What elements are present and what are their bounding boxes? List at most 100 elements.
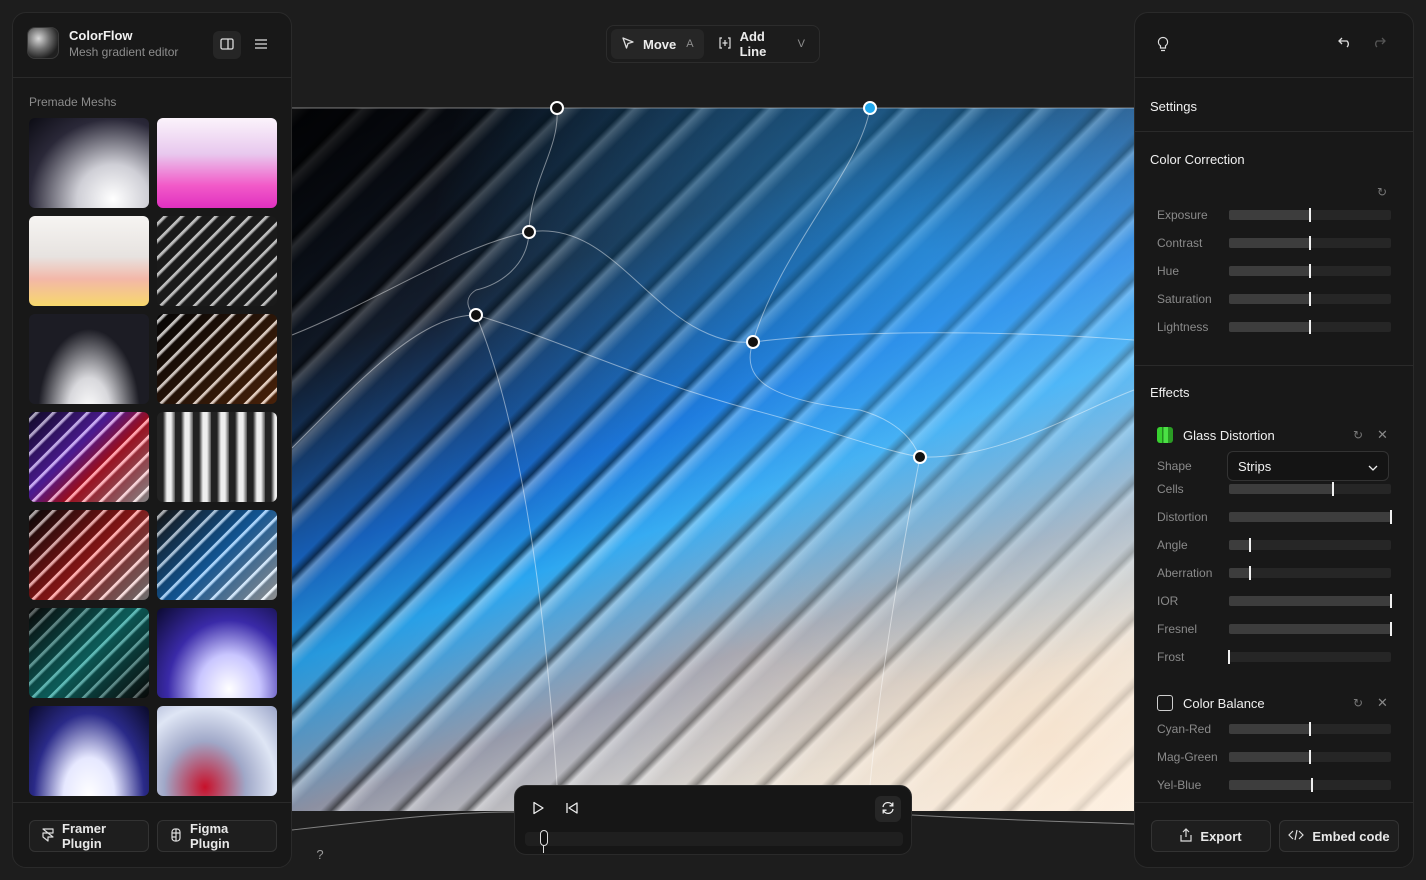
loop-button[interactable] — [875, 796, 901, 822]
framer-plugin-button[interactable]: Framer Plugin — [29, 820, 149, 852]
mesh-thumbnail[interactable] — [157, 706, 277, 796]
hue-slider-thumb[interactable] — [1309, 264, 1311, 278]
contrast-slider[interactable] — [1229, 236, 1391, 250]
loop-icon — [880, 801, 896, 818]
aberration-slider-fill — [1229, 568, 1251, 578]
mesh-thumbnail[interactable] — [157, 216, 277, 306]
cyan-red-slider[interactable] — [1229, 722, 1391, 736]
timeline-track[interactable] — [525, 830, 903, 853]
mesh-thumbnail[interactable] — [29, 216, 149, 306]
lightness-slider[interactable] — [1229, 320, 1391, 334]
contrast-label: Contrast — [1157, 236, 1203, 250]
tips-button[interactable] — [1149, 31, 1177, 59]
shape-label: Shape — [1157, 459, 1192, 473]
lightness-slider-row: Lightness — [1157, 317, 1391, 337]
play-icon — [532, 801, 544, 818]
cyan-red-slider-fill — [1229, 724, 1310, 734]
yel-blue-slider-fill — [1229, 780, 1312, 790]
mesh-thumbnail[interactable] — [157, 510, 277, 600]
aberration-slider-row: Aberration — [1157, 563, 1391, 583]
yel-blue-slider-thumb[interactable] — [1310, 778, 1313, 792]
export-button[interactable]: Export — [1151, 820, 1271, 852]
ior-slider-thumb[interactable] — [1390, 594, 1392, 608]
mesh-thumbnail[interactable] — [29, 412, 149, 502]
app-subtitle: Mesh gradient editor — [69, 44, 179, 59]
fresnel-slider[interactable] — [1229, 622, 1392, 636]
code-icon — [1288, 829, 1305, 844]
angle-slider-thumb[interactable] — [1249, 538, 1252, 552]
mesh-thumbnail[interactable] — [29, 118, 149, 208]
divider — [13, 802, 291, 803]
ior-slider-row: IOR — [1157, 591, 1392, 611]
framer-icon — [42, 827, 54, 845]
contrast-slider-thumb[interactable] — [1309, 236, 1311, 250]
embed-code-button[interactable]: Embed code — [1279, 820, 1399, 852]
sidebar-toggle-button[interactable] — [213, 31, 241, 59]
mesh-thumbnail[interactable] — [29, 314, 149, 404]
glass-distortion-icon[interactable] — [1157, 427, 1173, 443]
playhead-handle[interactable] — [539, 830, 548, 853]
distortion-slider-row: Distortion — [1157, 507, 1392, 527]
frost-slider[interactable] — [1228, 650, 1391, 664]
close-icon[interactable]: ✕ — [1377, 427, 1388, 443]
mag-green-slider-thumb[interactable] — [1309, 750, 1311, 764]
aberration-slider[interactable] — [1229, 566, 1391, 580]
cells-slider[interactable] — [1229, 482, 1391, 496]
mag-green-slider-row: Mag-Green — [1157, 747, 1391, 767]
hue-slider[interactable] — [1229, 264, 1391, 278]
angle-slider-row: Angle — [1157, 535, 1391, 555]
move-tool-button[interactable]: Move A — [611, 29, 704, 59]
yel-blue-slider[interactable] — [1229, 778, 1391, 792]
hue-slider-fill — [1229, 266, 1310, 276]
reset-icon[interactable]: ↻ — [1353, 696, 1363, 710]
cyan-red-slider-thumb[interactable] — [1309, 722, 1311, 736]
cells-slider-thumb[interactable] — [1331, 482, 1334, 496]
angle-slider[interactable] — [1229, 538, 1391, 552]
mesh-canvas[interactable] — [292, 108, 1134, 811]
chevron-down-icon — [1368, 459, 1378, 474]
app-brand: ColorFlow Mesh gradient editor — [27, 27, 178, 59]
undo-button[interactable] — [1331, 29, 1359, 57]
mesh-thumbnail[interactable] — [157, 314, 277, 404]
glass-distortion-header[interactable]: Glass Distortion — [1157, 427, 1275, 443]
menu-button[interactable] — [247, 31, 275, 59]
mesh-thumbnail[interactable] — [29, 706, 149, 796]
add-line-tool-shortcut: V — [797, 38, 805, 50]
shape-select[interactable]: Strips — [1227, 451, 1389, 481]
restart-button[interactable] — [559, 796, 585, 822]
fresnel-slider-thumb[interactable] — [1390, 622, 1392, 636]
divider — [1135, 77, 1413, 78]
aberration-slider-thumb[interactable] — [1249, 566, 1252, 580]
lightness-slider-thumb[interactable] — [1309, 320, 1311, 334]
sidebar-icon — [220, 37, 234, 53]
mesh-thumbnail[interactable] — [157, 608, 277, 698]
mesh-thumbnail[interactable] — [29, 608, 149, 698]
hue-label: Hue — [1157, 264, 1180, 278]
redo-button[interactable] — [1365, 29, 1393, 57]
mesh-thumbnail[interactable] — [29, 510, 149, 600]
help-button[interactable]: ? — [308, 842, 332, 866]
exposure-slider[interactable] — [1229, 208, 1391, 222]
add-line-tool-button[interactable]: Add Line V — [708, 29, 815, 59]
cursor-icon — [621, 36, 635, 53]
aberration-label: Aberration — [1157, 566, 1213, 580]
figma-plugin-button[interactable]: Figma Plugin — [157, 820, 277, 852]
reset-icon[interactable]: ↻ — [1353, 428, 1363, 442]
distortion-slider[interactable] — [1229, 510, 1392, 524]
hue-slider-row: Hue — [1157, 261, 1391, 281]
mesh-thumbnail[interactable] — [157, 412, 277, 502]
ior-slider[interactable] — [1229, 594, 1392, 608]
add-line-icon — [718, 36, 732, 53]
distortion-slider-thumb[interactable] — [1390, 510, 1392, 524]
play-button[interactable] — [525, 796, 551, 822]
close-icon[interactable]: ✕ — [1377, 695, 1388, 711]
reset-icon[interactable]: ↻ — [1377, 185, 1387, 199]
mag-green-slider[interactable] — [1229, 750, 1391, 764]
saturation-slider[interactable] — [1229, 292, 1391, 306]
frost-slider-thumb[interactable] — [1228, 650, 1230, 664]
color-balance-checkbox[interactable] — [1157, 695, 1173, 711]
color-balance-header[interactable]: Color Balance — [1157, 695, 1265, 711]
mesh-thumbnail[interactable] — [157, 118, 277, 208]
exposure-slider-thumb[interactable] — [1309, 208, 1311, 222]
saturation-slider-thumb[interactable] — [1309, 292, 1311, 306]
